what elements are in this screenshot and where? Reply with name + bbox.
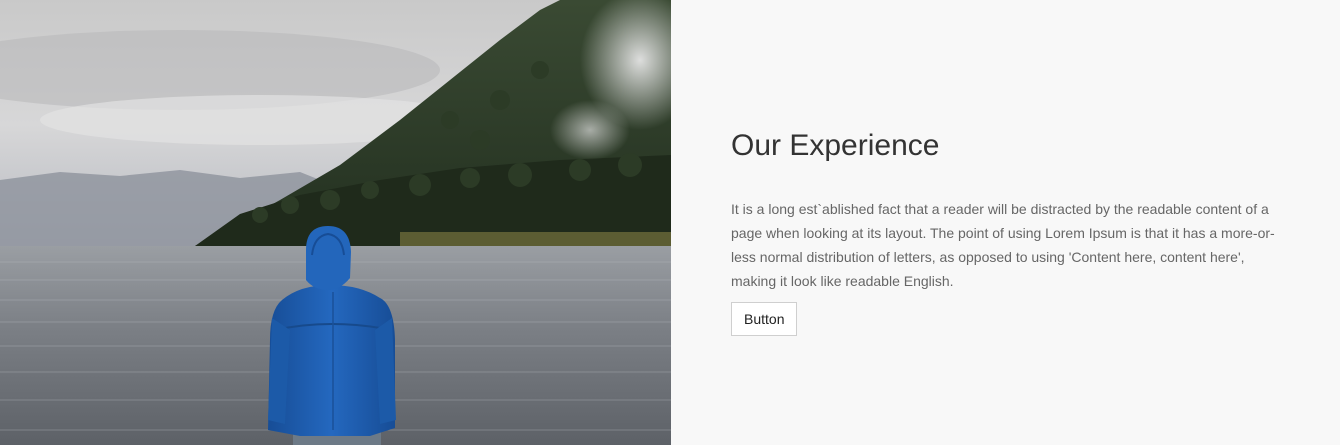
experience-section: Our Experience It is a long est`ablished… xyxy=(0,0,1340,445)
section-paragraph: It is a long est`ablished fact that a re… xyxy=(731,201,1275,289)
section-heading: Our Experience xyxy=(731,129,940,162)
cta-button[interactable]: Button xyxy=(731,302,798,336)
content-panel: Our Experience It is a long est`ablished… xyxy=(671,0,1340,445)
hero-image xyxy=(0,0,671,445)
